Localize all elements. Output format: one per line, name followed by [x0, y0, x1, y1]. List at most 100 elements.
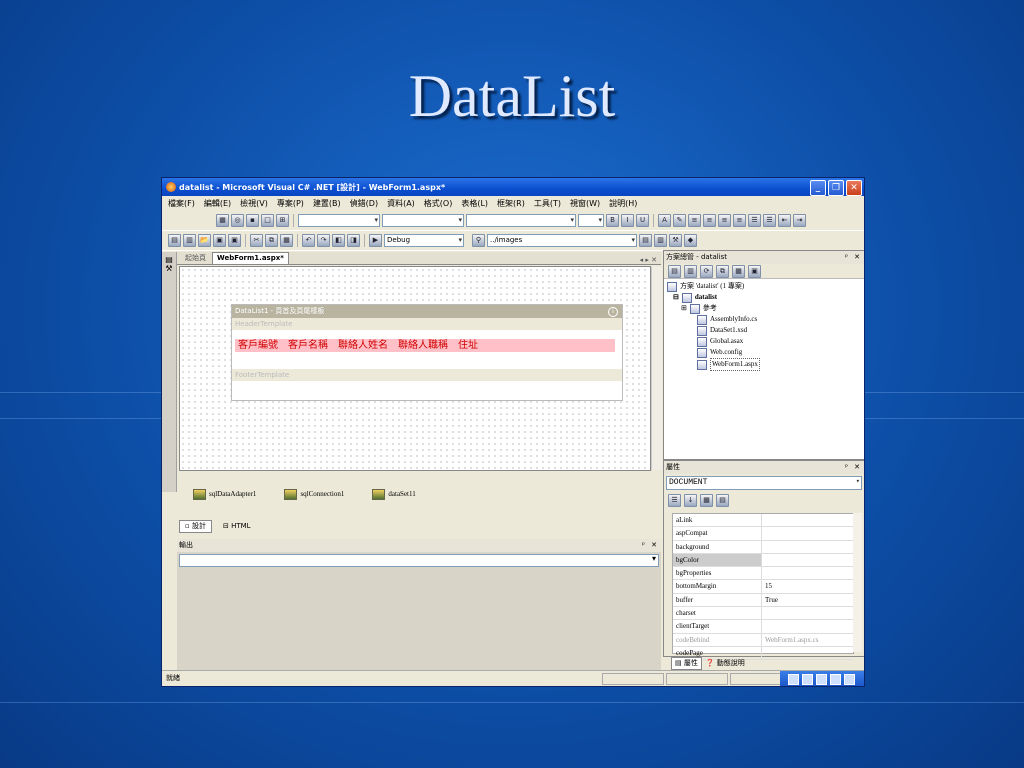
start-debug-icon[interactable]: ▶	[369, 233, 382, 247]
object-select[interactable]: DOCUMENT	[666, 476, 862, 490]
align-left-icon[interactable]: ≡	[688, 213, 701, 227]
property-row[interactable]: clientTarget	[673, 620, 853, 634]
property-row[interactable]: background	[673, 540, 853, 554]
property-row[interactable]: aspCompat	[673, 527, 853, 541]
view-code-icon[interactable]: ▤	[668, 264, 681, 278]
highlight-icon[interactable]: ✎	[673, 213, 686, 227]
config-select[interactable]: Debug	[384, 233, 464, 247]
tray-icon[interactable]	[802, 673, 813, 685]
tab-start-page[interactable]: 起始頁	[181, 253, 210, 264]
close-icon[interactable]: ✕	[854, 461, 860, 474]
component-item[interactable]: dataSet11	[372, 488, 416, 500]
design-scrollbar[interactable]	[651, 267, 662, 470]
properties-icon[interactable]: ▥	[654, 233, 667, 247]
refresh-icon[interactable]: ⟳	[700, 264, 713, 278]
property-value[interactable]	[762, 514, 853, 526]
toolbox-icon[interactable]: ⚒	[162, 264, 176, 273]
menu-item[interactable]: 說明(H)	[609, 198, 637, 209]
class-view-icon[interactable]: ◆	[684, 233, 697, 247]
property-row[interactable]: buffer True	[673, 593, 853, 608]
nav-forward-icon[interactable]: ◨	[347, 233, 360, 247]
nav-back-icon[interactable]: ◧	[332, 233, 345, 247]
grid-icon[interactable]: ▦	[216, 213, 229, 227]
toolbox-strip[interactable]: ▤ ⚒	[162, 252, 177, 492]
property-value[interactable]: 15	[762, 580, 853, 592]
property-row[interactable]: aLink	[673, 514, 853, 528]
tab-design[interactable]: ▫ 設計	[179, 520, 212, 533]
property-row[interactable]: charset	[673, 607, 853, 621]
forecolor-icon[interactable]: A	[658, 213, 671, 227]
block-select[interactable]	[466, 213, 576, 227]
menu-item[interactable]: 專案(P)	[277, 198, 304, 209]
menu-item[interactable]: 格式(O)	[424, 198, 453, 209]
property-row[interactable]: bgColor	[673, 553, 853, 568]
tree-item[interactable]: DataSet1.xsd	[667, 325, 864, 336]
tree-item[interactable]: ⊞ 參考	[667, 303, 864, 314]
tree-item-selected[interactable]: WebForm1.aspx	[667, 358, 864, 371]
property-value[interactable]	[762, 567, 853, 579]
property-value[interactable]	[762, 607, 853, 619]
restore-button[interactable]: ❐	[828, 180, 844, 196]
align-center-icon[interactable]: ≡	[703, 213, 716, 227]
menu-item[interactable]: 資料(A)	[387, 198, 415, 209]
open-icon[interactable]: 📂	[198, 233, 211, 247]
copy-icon[interactable]: ⧉	[265, 233, 278, 247]
tree-item[interactable]: AssemblyInfo.cs	[667, 314, 864, 325]
categorized-icon[interactable]: ☰	[668, 494, 681, 507]
menu-item[interactable]: 檢視(V)	[240, 198, 268, 209]
new-project-icon[interactable]: ▤	[168, 233, 181, 247]
pin-icon[interactable]: ᵖ	[845, 461, 848, 474]
tray-icon[interactable]	[830, 673, 841, 685]
toolbox-icon[interactable]: ⚒	[669, 233, 682, 247]
tray-icon[interactable]	[816, 673, 827, 685]
output-source-select[interactable]	[179, 554, 659, 567]
info-icon[interactable]: i	[608, 307, 618, 317]
property-value[interactable]: True	[762, 594, 853, 606]
add-item-icon[interactable]: ▥	[183, 233, 196, 247]
property-row[interactable]: bgProperties	[673, 567, 853, 581]
property-pages-icon[interactable]: ▤	[716, 494, 729, 507]
save-icon[interactable]: ▣	[213, 233, 226, 247]
tab-dynamic-help[interactable]: ❓ 動態說明	[706, 658, 745, 668]
pin-icon[interactable]: ᵖ	[845, 251, 848, 264]
close-button[interactable]: ✕	[846, 180, 862, 196]
tab-nav-icons[interactable]: ◂ ▸ ✕	[640, 256, 657, 264]
find-icon[interactable]: ⚲	[472, 233, 485, 247]
cut-icon[interactable]: ✂	[250, 233, 263, 247]
close-icon[interactable]: ✕	[651, 539, 657, 552]
property-row[interactable]: codeBehind WebForm1.aspx.cs	[673, 633, 853, 647]
show-all-icon[interactable]: ▦	[732, 264, 745, 278]
property-value[interactable]	[762, 527, 853, 539]
paste-icon[interactable]: ▦	[280, 233, 293, 247]
property-value[interactable]	[762, 541, 853, 553]
italic-icon[interactable]: I	[621, 213, 634, 227]
property-value[interactable]	[762, 620, 853, 632]
tab-properties[interactable]: ▤ 屬性	[671, 656, 702, 670]
menu-item[interactable]: 建置(B)	[313, 198, 341, 209]
menu-item[interactable]: 視窗(W)	[570, 198, 600, 209]
border-icon[interactable]: □	[261, 213, 274, 227]
pin-icon[interactable]: ᵖ	[642, 539, 645, 552]
property-scrollbar[interactable]	[853, 513, 862, 652]
datalist-control[interactable]: DataList1 - 頁首及頁尾樣板 i HeaderTemplate 客戶編…	[231, 304, 623, 401]
menu-item[interactable]: 檔案(F)	[168, 198, 195, 209]
menu-item[interactable]: 框架(R)	[497, 198, 525, 209]
find-combo[interactable]: ../images	[487, 233, 637, 247]
view-designer-icon[interactable]: ▥	[684, 264, 697, 278]
solution-explorer-icon[interactable]: ▤	[639, 233, 652, 247]
menu-item[interactable]: 工具(T)	[534, 198, 561, 209]
bullet-list-icon[interactable]: ☰	[763, 213, 776, 227]
tray-icon[interactable]	[844, 673, 855, 685]
tree-project[interactable]: ⊟ datalist	[667, 292, 864, 303]
align-right-icon[interactable]: ≡	[718, 213, 731, 227]
size-select[interactable]	[578, 213, 604, 227]
indent-icon[interactable]: ⇥	[793, 213, 806, 227]
underline-icon[interactable]: U	[636, 213, 649, 227]
component-item[interactable]: sqlDataAdapter1	[193, 488, 256, 500]
font-select[interactable]	[382, 213, 464, 227]
datalist-item-row[interactable]: 客戶編號 客戶名稱 聯絡人姓名 聯絡人職稱 住址	[235, 339, 615, 352]
style-select[interactable]	[298, 213, 380, 227]
window-titlebar[interactable]: datalist - Microsoft Visual C# .NET [設計]…	[162, 178, 864, 196]
undo-icon[interactable]: ↶	[302, 233, 315, 247]
tab-html[interactable]: ⊟ HTML	[218, 521, 256, 532]
